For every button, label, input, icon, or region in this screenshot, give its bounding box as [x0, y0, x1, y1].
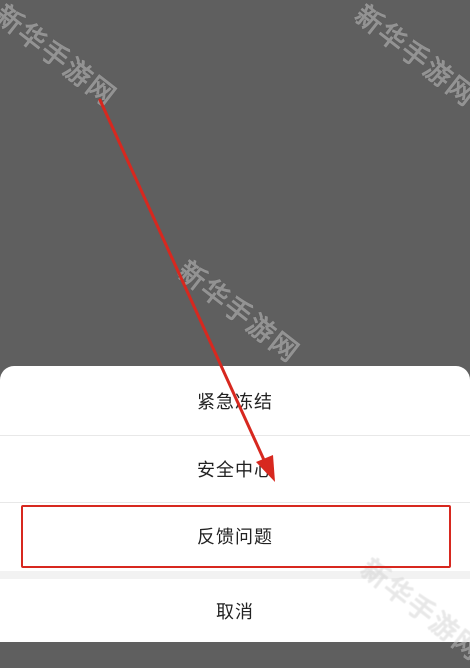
- emergency-freeze-label: 紧急冻结: [197, 392, 273, 413]
- emergency-freeze-option[interactable]: 紧急冻结: [0, 368, 470, 434]
- section-divider: [0, 571, 470, 579]
- action-sheet: 紧急冻结 安全中心 反馈问题 取消: [0, 366, 470, 642]
- feedback-label: 反馈问题: [197, 527, 273, 548]
- security-center-option[interactable]: 安全中心: [0, 435, 470, 502]
- cancel-label: 取消: [216, 601, 254, 623]
- security-center-label: 安全中心: [197, 460, 273, 481]
- feedback-option[interactable]: 反馈问题: [0, 502, 470, 569]
- cancel-button[interactable]: 取消: [0, 579, 470, 642]
